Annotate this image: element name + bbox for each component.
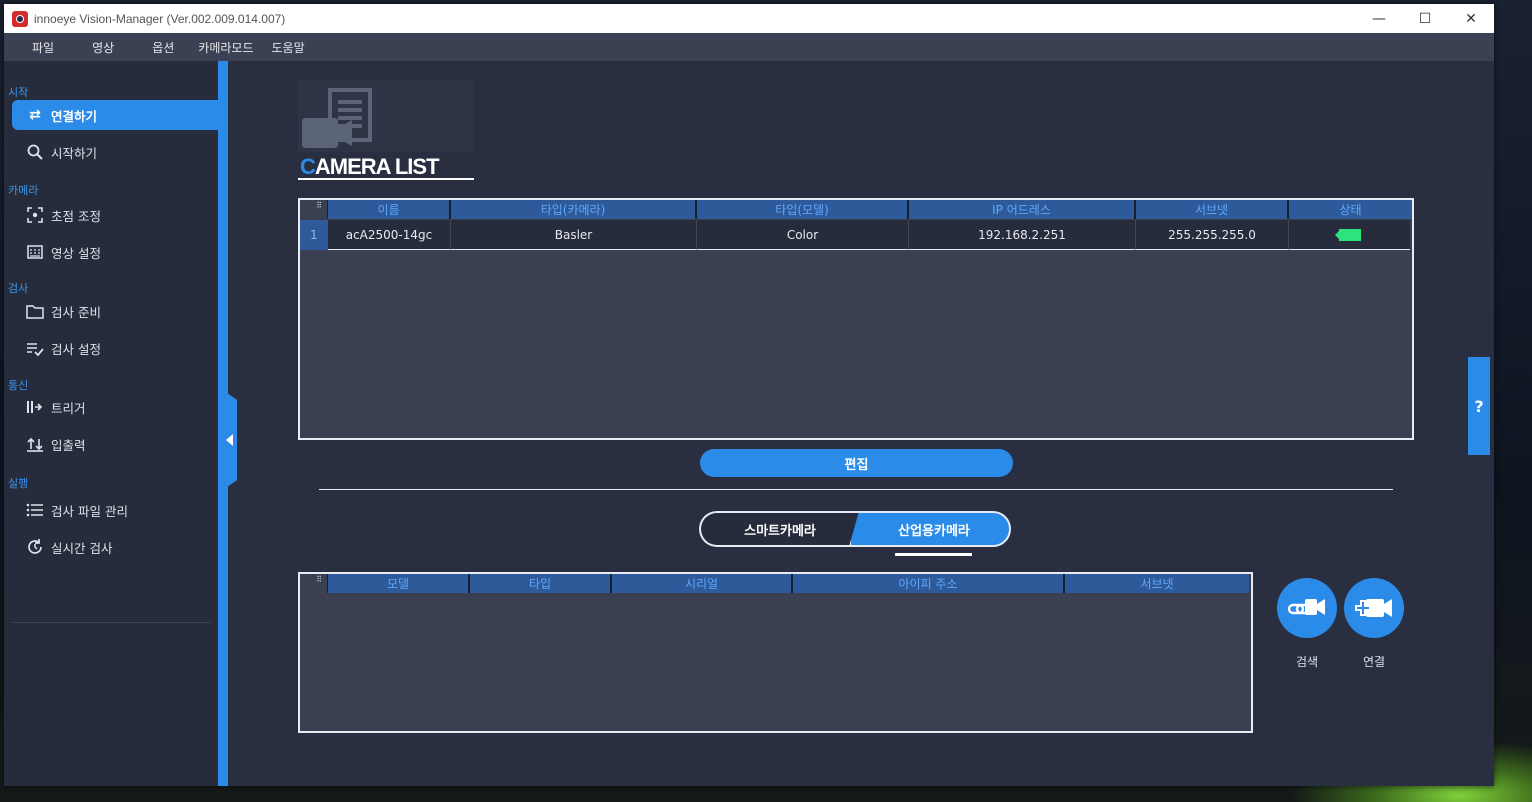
search-icon: [26, 143, 44, 161]
sidebar-item-inspect-settings[interactable]: 검사 설정: [12, 333, 218, 363]
window-controls: — ☐ ✕: [1356, 4, 1494, 33]
help-button[interactable]: ?: [1468, 357, 1490, 455]
cell-ip: 192.168.2.251: [909, 220, 1136, 250]
cell-camera-type: Basler: [451, 220, 697, 250]
connect-label: 연결: [1362, 655, 1386, 669]
menu-bar: 파일 영상 옵션 카메라모드 도움말: [4, 33, 1494, 61]
checklist-icon: [26, 339, 44, 357]
col-camera-type[interactable]: 타입(카메라): [451, 200, 697, 219]
sidebar: 시작 ⇄ 연결하기 시작하기 카메라 초점 조정 영상 설정 검사 검사 준비 …: [4, 61, 218, 786]
sidebar-item-label: 실시간 검사: [51, 540, 113, 556]
tab-industrial-camera[interactable]: 산업용카메라: [849, 511, 1011, 547]
menu-camera-mode[interactable]: 카메라모드: [198, 39, 253, 56]
sidebar-divider: [12, 622, 210, 623]
edit-button[interactable]: 편집: [700, 449, 1013, 477]
col-model[interactable]: 모델: [328, 574, 470, 593]
section-comm: 통신: [8, 379, 29, 392]
sidebar-item-label: 초점 조정: [51, 208, 101, 224]
section-divider: [319, 489, 1393, 490]
camera-type-toggle: 스마트카메라 산업용카메라: [699, 511, 1011, 547]
title-underline: [298, 178, 474, 180]
sidebar-item-label: 입출력: [51, 437, 86, 453]
col-status[interactable]: 상태: [1289, 200, 1412, 219]
folder-icon: [26, 302, 44, 320]
section-inspect: 검사: [8, 282, 29, 295]
sidebar-item-label: 검사 파일 관리: [51, 503, 128, 519]
sidebar-item-label: 검사 준비: [51, 304, 101, 320]
sidebar-item-realtime[interactable]: 실시간 검사: [12, 532, 218, 562]
search-camera-button[interactable]: [1277, 578, 1337, 638]
window-title: innoeye Vision-Manager (Ver.002.009.014.…: [34, 11, 286, 26]
camera-list-title: CAMERA LIST: [300, 154, 440, 179]
section-camera: 카메라: [8, 184, 39, 197]
sidebar-item-file-manage[interactable]: 검사 파일 관리: [12, 495, 218, 525]
cell-subnet: 255.255.255.0: [1136, 220, 1289, 250]
minimize-button[interactable]: —: [1356, 4, 1402, 33]
list-icon: [26, 501, 44, 519]
discovery-table[interactable]: 모델 타입 시리얼 아이피 주소 서브넷: [298, 572, 1253, 733]
table-row[interactable]: 1 acA2500-14gc Basler Color 192.168.2.25…: [300, 220, 1410, 250]
sidebar-item-focus[interactable]: 초점 조정: [12, 200, 218, 230]
sidebar-item-start[interactable]: 시작하기: [12, 137, 218, 167]
sidebar-item-label: 연결하기: [51, 108, 98, 124]
section-run: 실행: [8, 477, 29, 490]
io-arrows-icon: [26, 435, 44, 453]
col-ip[interactable]: IP 어드레스: [909, 200, 1136, 219]
collapse-sidebar-button[interactable]: [223, 390, 237, 490]
sidebar-item-label: 시작하기: [51, 145, 98, 161]
link-camera-icon: [1287, 599, 1325, 615]
add-camera-icon: [1355, 599, 1392, 617]
cell-name: acA2500-14gc: [328, 220, 451, 250]
chevron-left-icon: [226, 434, 233, 446]
menu-file[interactable]: 파일: [32, 39, 54, 56]
sidebar-item-label: 검사 설정: [51, 341, 101, 357]
cell-model-type: Color: [697, 220, 909, 250]
search-label: 검색: [1295, 655, 1319, 669]
focus-icon: [26, 206, 44, 224]
col-subnet[interactable]: 서브넷: [1136, 200, 1289, 219]
app-window: innoeye Vision-Manager (Ver.002.009.014.…: [4, 4, 1494, 786]
sidebar-item-inspect-prepare[interactable]: 검사 준비: [12, 296, 218, 326]
menu-help[interactable]: 도움말: [271, 39, 304, 56]
sidebar-item-trigger[interactable]: 트리거: [12, 392, 218, 422]
camera-connected-icon: [1334, 228, 1361, 241]
table-corner-handle[interactable]: [300, 200, 328, 219]
menu-video[interactable]: 영상: [92, 39, 114, 56]
camera-table-header: 이름 타입(카메라) 타입(모델) IP 어드레스 서브넷 상태: [300, 200, 1412, 219]
swap-arrows-icon: ⇄: [29, 107, 41, 123]
col-ip-address[interactable]: 아이피 주소: [793, 574, 1065, 593]
sidebar-item-connect[interactable]: ⇄ 연결하기: [12, 100, 218, 130]
image-settings-icon: [26, 243, 44, 261]
row-index: 1: [300, 220, 328, 250]
active-tab-indicator: [895, 553, 972, 556]
section-start: 시작: [8, 86, 29, 99]
maximize-button[interactable]: ☐: [1402, 4, 1448, 33]
sidebar-item-label: 트리거: [51, 400, 86, 416]
discovery-table-header: 모델 타입 시리얼 아이피 주소 서브넷: [300, 574, 1249, 593]
title-bar: innoeye Vision-Manager (Ver.002.009.014.…: [4, 4, 1494, 33]
sidebar-item-io[interactable]: 입출력: [12, 429, 218, 459]
col-serial[interactable]: 시리얼: [612, 574, 793, 593]
app-logo-icon: [12, 10, 28, 27]
sidebar-item-label: 영상 설정: [51, 245, 101, 261]
col-subnet[interactable]: 서브넷: [1065, 574, 1249, 593]
table-corner-handle[interactable]: [300, 574, 328, 593]
trigger-icon: [26, 398, 44, 416]
cell-status: [1289, 220, 1410, 250]
menu-options[interactable]: 옵션: [152, 39, 174, 56]
col-name[interactable]: 이름: [328, 200, 451, 219]
connect-camera-button[interactable]: [1344, 578, 1404, 638]
sidebar-item-image-settings[interactable]: 영상 설정: [12, 237, 218, 267]
tab-smart-camera[interactable]: 스마트카메라: [699, 511, 859, 547]
col-type[interactable]: 타입: [470, 574, 612, 593]
refresh-clock-icon: [26, 538, 44, 556]
close-button[interactable]: ✕: [1448, 4, 1494, 33]
camera-table[interactable]: 이름 타입(카메라) 타입(모델) IP 어드레스 서브넷 상태 1 acA25…: [298, 198, 1414, 440]
col-model-type[interactable]: 타입(모델): [697, 200, 909, 219]
camera-document-icon: [302, 88, 372, 148]
